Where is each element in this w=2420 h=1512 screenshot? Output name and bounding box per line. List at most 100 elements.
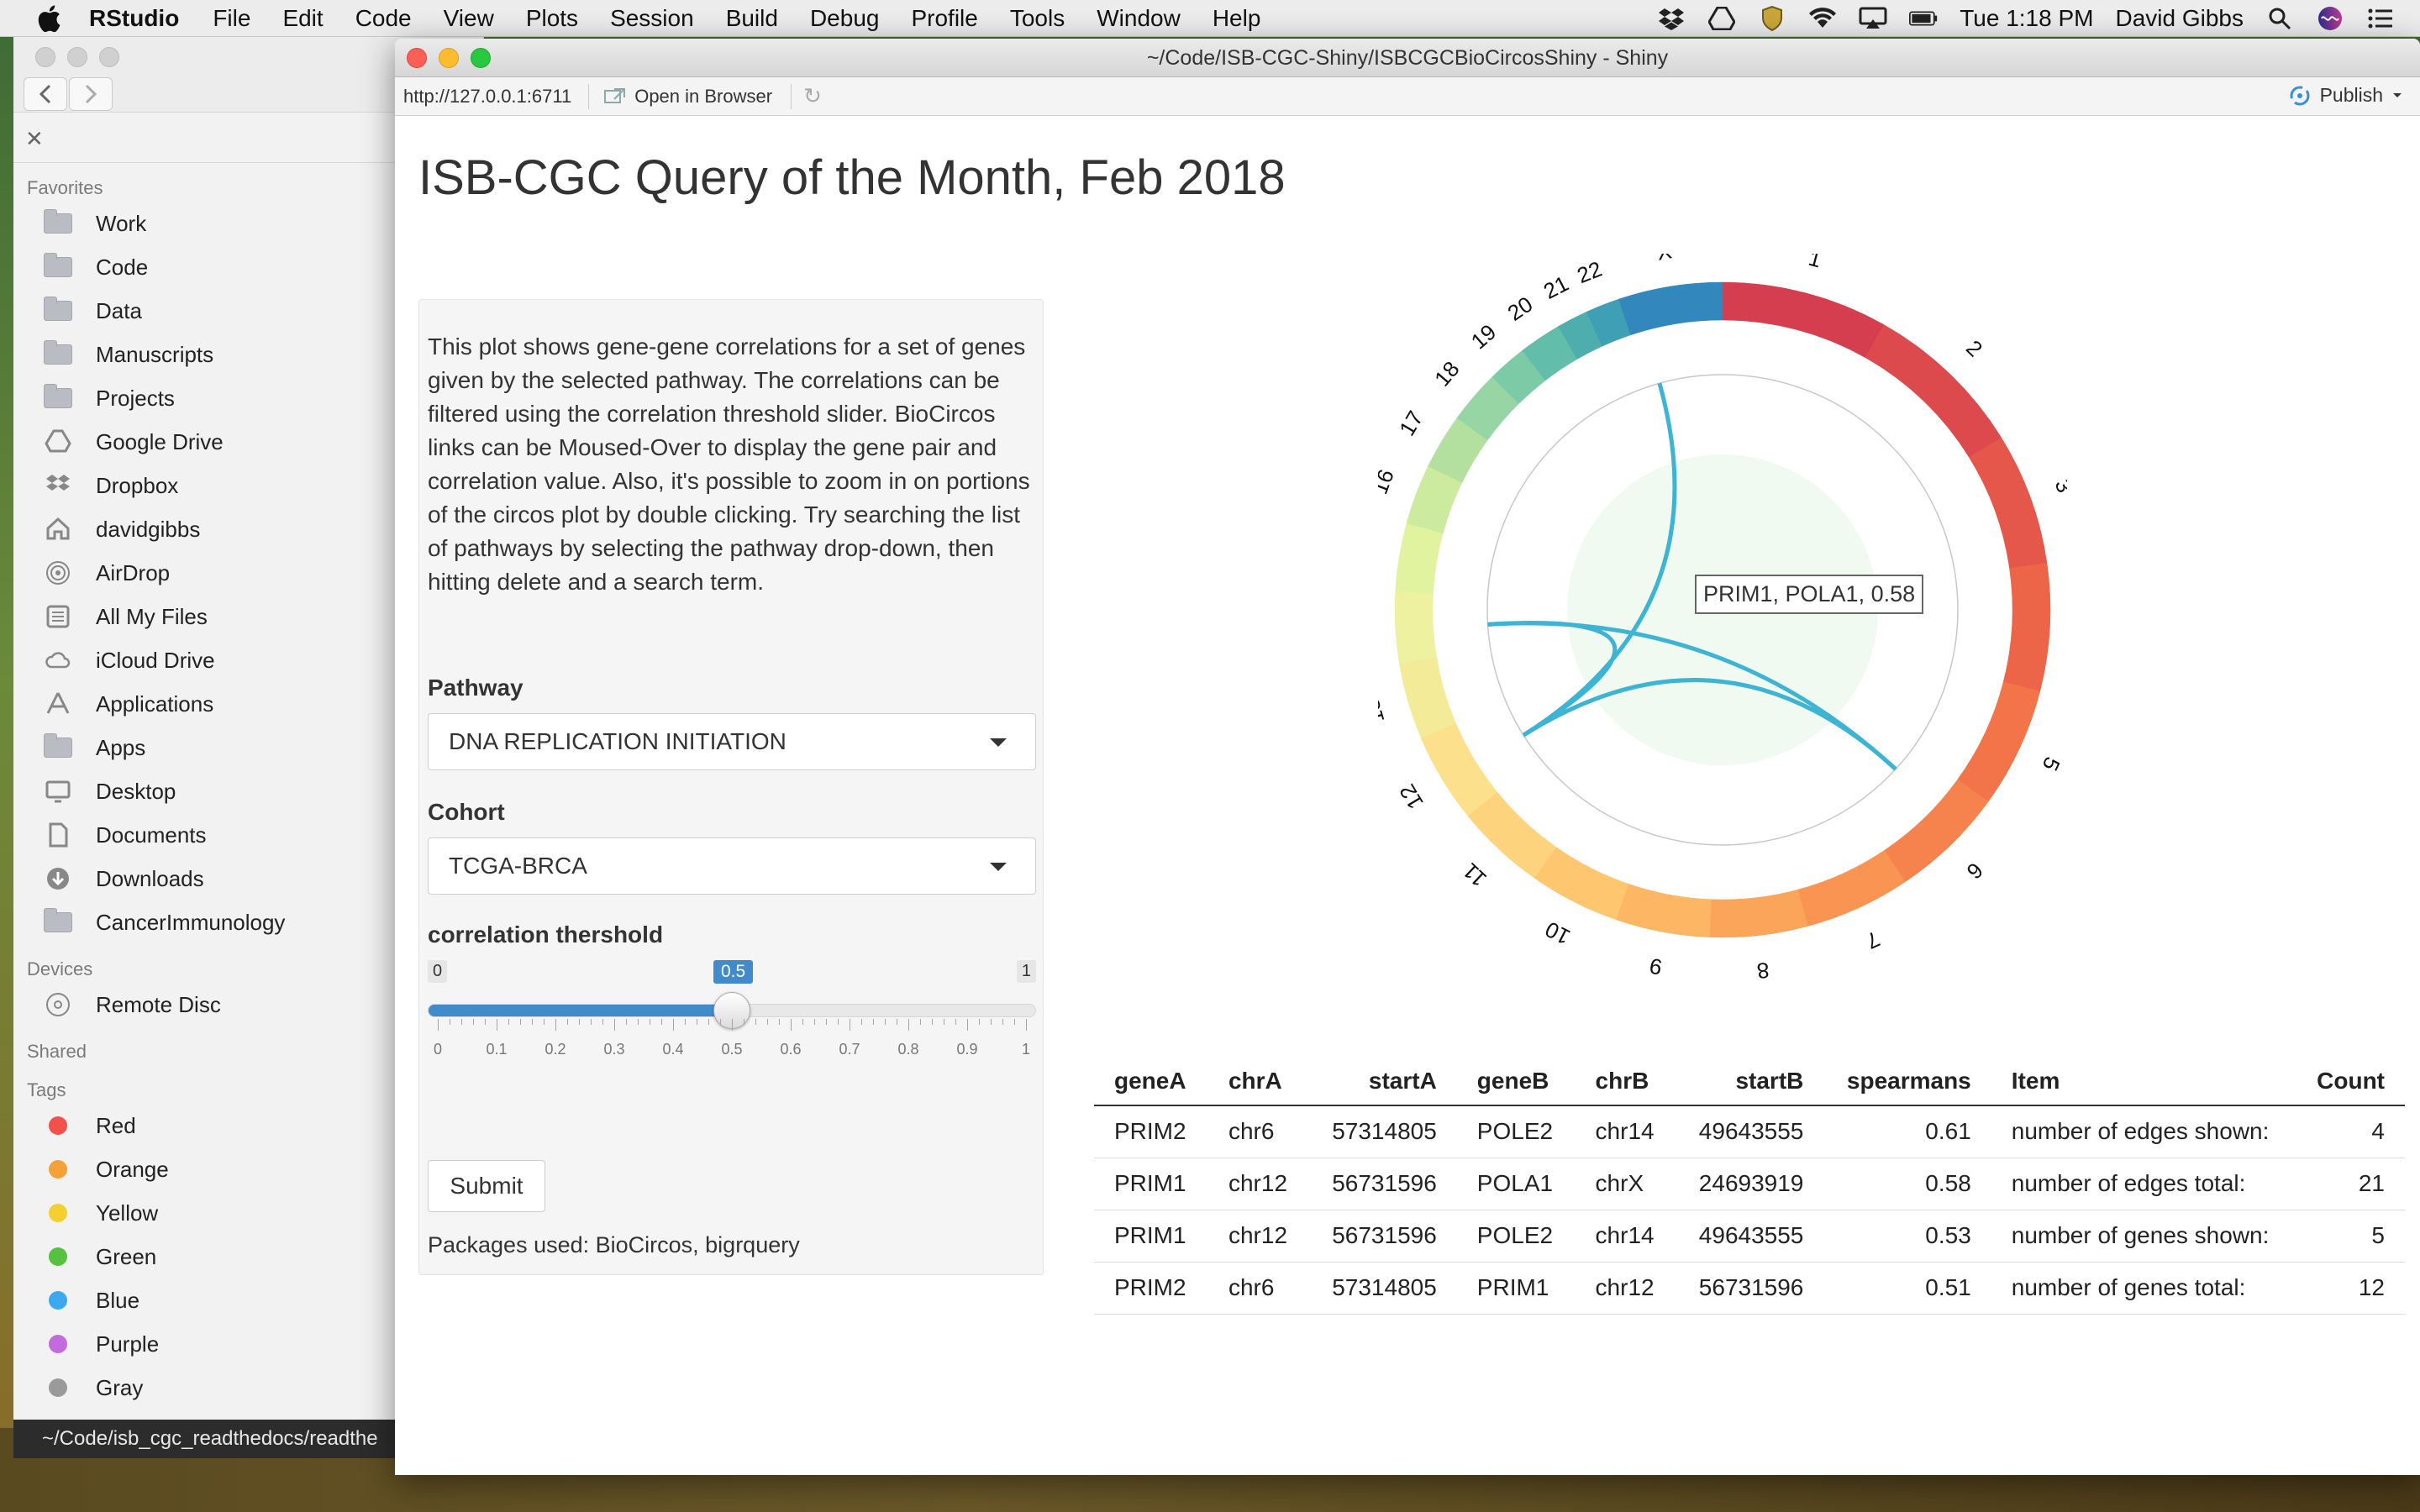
downloads-icon (42, 866, 74, 891)
notification-center-icon[interactable] (2366, 6, 2395, 31)
siri-icon[interactable] (2316, 6, 2344, 31)
column-header-starta[interactable]: startA (1309, 1057, 1457, 1106)
chromosome-label: 21 (1539, 270, 1572, 304)
chromosome-label: 19 (1466, 319, 1502, 354)
table-cell: 0.51 (1823, 1262, 1991, 1315)
forward-button[interactable] (69, 77, 113, 111)
sidebar-item-label: Apps (96, 734, 146, 760)
caret-down-icon (990, 738, 1007, 747)
cohort-select[interactable]: TCGA-BRCA (428, 837, 1036, 895)
column-header-item[interactable]: Item (1991, 1057, 2295, 1106)
back-button[interactable] (24, 77, 67, 111)
chromosome-arc-X[interactable] (1618, 281, 1723, 336)
table-cell: chr6 (1207, 1262, 1310, 1315)
menu-session[interactable]: Session (610, 5, 694, 32)
chromosome-label: 7 (1862, 927, 1884, 954)
slider-minor-tick (626, 1019, 627, 1025)
refresh-icon[interactable]: ↻ (803, 83, 822, 109)
chromosome-arc-8[interactable] (1709, 889, 1808, 938)
all-files-icon (42, 604, 74, 629)
table-header-row: geneA chrA startA geneB chrB startB spearmans I… (1094, 1057, 2405, 1106)
chromosome-arc-3[interactable] (1969, 437, 2048, 569)
pathway-value: DNA REPLICATION INITIATION (449, 728, 786, 754)
home-icon (42, 517, 74, 542)
menu-build[interactable]: Build (726, 5, 778, 32)
window-close-button[interactable] (407, 48, 427, 68)
url-display[interactable]: http://127.0.0.1:6711 (403, 83, 590, 109)
tag-dot-icon (42, 1375, 74, 1400)
column-header-genea[interactable]: geneA (1094, 1057, 1208, 1106)
apple-menu-icon[interactable] (34, 3, 64, 34)
slider-tick-label: 0.4 (662, 1041, 684, 1058)
sidebar-item-label: davidgibbs (96, 516, 201, 542)
menu-help[interactable]: Help (1213, 5, 1261, 32)
chromosome-label: 9 (1648, 953, 1665, 980)
table-row: PRIM2 chr6 57314805 PRIM1 chr12 56731596 0.51 n… (1094, 1262, 2405, 1315)
clock[interactable]: Tue 1:18 PM (1960, 5, 2093, 32)
column-header-startb[interactable]: startB (1676, 1057, 1824, 1106)
window-zoom-button[interactable] (471, 48, 491, 68)
slider-minor-tick (485, 1019, 486, 1025)
slider-minor-tick (591, 1019, 592, 1025)
folder-icon (42, 340, 74, 367)
slider-tick (1026, 1019, 1027, 1031)
biocircos-plot[interactable]: 12345678910111213141516171819202122X (1378, 254, 2067, 1010)
wifi-icon[interactable] (1808, 6, 1837, 31)
user-name[interactable]: David Gibbs (2115, 5, 2244, 32)
finder-zoom-button[interactable] (99, 47, 119, 67)
folder-icon (42, 733, 74, 760)
chromosome-arc-1[interactable] (1722, 281, 1885, 359)
google-drive-status-icon[interactable] (1707, 6, 1736, 31)
slider-tick (791, 1019, 792, 1031)
menu-debug[interactable]: Debug (810, 5, 880, 32)
airplay-icon[interactable] (1859, 6, 1887, 31)
finder-minimize-button[interactable] (67, 47, 87, 67)
shield-status-icon[interactable] (1758, 6, 1786, 31)
close-tab-icon[interactable]: ✕ (25, 126, 44, 152)
column-header-spearmans[interactable]: spearmans (1823, 1057, 1991, 1106)
menu-code[interactable]: Code (355, 5, 412, 32)
sidebar-item-label: CancerImmunology (96, 909, 286, 935)
open-in-browser-button[interactable]: Open in Browser (604, 83, 792, 109)
spotlight-search-icon[interactable] (2265, 6, 2294, 31)
slider-tick-label: 0.2 (544, 1041, 566, 1058)
menu-window[interactable]: Window (1097, 5, 1181, 32)
menu-tools[interactable]: Tools (1010, 5, 1065, 32)
table-cell: PRIM2 (1094, 1105, 1208, 1158)
chromosome-arc-7[interactable] (1797, 850, 1906, 927)
column-header-chrb[interactable]: chrB (1575, 1057, 1676, 1106)
chromosome-label: 17 (1394, 407, 1428, 440)
slider-fill (429, 1005, 733, 1016)
column-header-count[interactable]: Count (2294, 1057, 2405, 1106)
chromosome-arc-4[interactable] (2002, 562, 2051, 692)
menu-file[interactable]: File (213, 5, 250, 32)
cohort-label: Cohort (428, 799, 505, 825)
caret-down-icon (990, 863, 1007, 871)
chromosome-arc-14[interactable] (1394, 591, 1437, 664)
publish-button[interactable]: Publish (2288, 84, 2403, 107)
chromosome-arc-5[interactable] (1957, 681, 2041, 802)
submit-button[interactable]: Submit (428, 1160, 545, 1212)
battery-icon[interactable] (1909, 6, 1938, 31)
pathway-select[interactable]: DNA REPLICATION INITIATION (428, 713, 1036, 770)
chromosome-arc-9[interactable] (1615, 883, 1712, 937)
chromosome-arc-15[interactable] (1395, 522, 1444, 594)
menu-profile[interactable]: Profile (911, 5, 977, 32)
sidebar-item-label: Dropbox (96, 472, 179, 498)
dropbox-status-icon[interactable] (1657, 6, 1686, 31)
menu-edit[interactable]: Edit (282, 5, 323, 32)
window-minimize-button[interactable] (439, 48, 459, 68)
menu-plots[interactable]: Plots (526, 5, 578, 32)
slider-minor-tick (767, 1019, 768, 1025)
app-name-menu[interactable]: RStudio (89, 5, 179, 32)
finder-close-button[interactable] (35, 47, 55, 67)
sidebar-item-label: Documents (96, 822, 207, 848)
chromosome-arc-13[interactable] (1398, 657, 1456, 739)
correlation-threshold-slider[interactable]: 0 1 0.5 0 0.1 0.2 0.3 0.4 0.5 0.6 0.7 0.8 0.9 1 (428, 960, 1036, 1095)
slider-tick (967, 1019, 968, 1031)
column-header-geneb[interactable]: geneB (1456, 1057, 1576, 1106)
column-header-chra[interactable]: chrA (1207, 1057, 1310, 1106)
disc-icon (42, 992, 74, 1017)
table-cell: chr14 (1575, 1210, 1676, 1263)
menu-view[interactable]: View (444, 5, 494, 32)
